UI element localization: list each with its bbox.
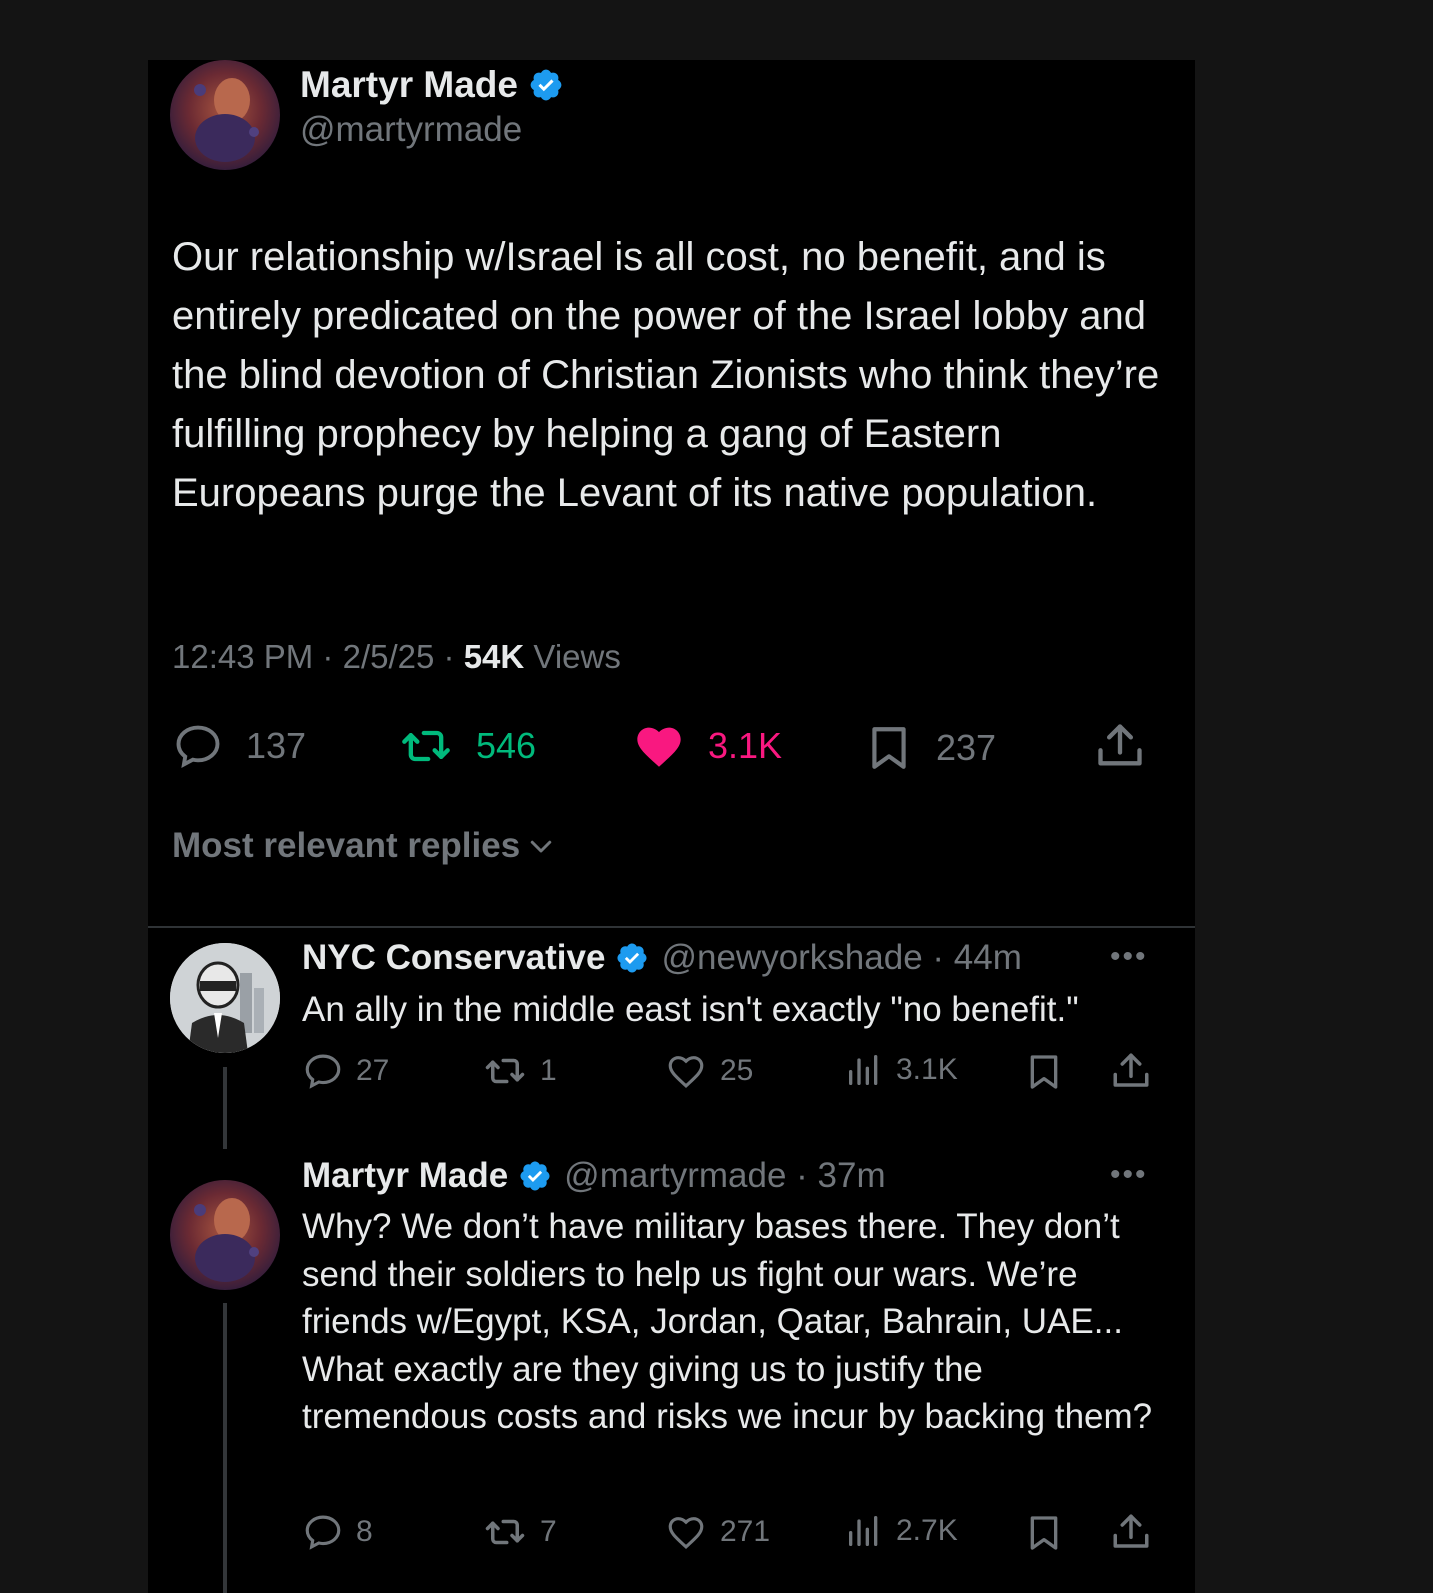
sort-label: Most relevant replies: [172, 826, 521, 865]
bookmark-button[interactable]: [1024, 1511, 1064, 1555]
meta-separator: ·: [786, 1156, 818, 1195]
author-name[interactable]: Martyr Made: [300, 64, 518, 106]
views-button[interactable]: 2.7K: [844, 1511, 958, 1551]
like-icon: [632, 720, 686, 772]
reply-time[interactable]: 37m: [818, 1156, 886, 1196]
meta-separator: ·: [443, 638, 464, 675]
repost-icon: [482, 1511, 528, 1553]
share-icon: [1110, 1050, 1152, 1092]
chevron-down-icon: [526, 831, 556, 861]
reply-text: An ally in the middle east isn't exactly…: [302, 990, 1079, 1029]
thread-line: [223, 1303, 227, 1593]
replies-sort-toggle[interactable]: Most relevant replies: [172, 826, 556, 866]
reply-button[interactable]: 8: [302, 1511, 373, 1553]
reply-icon: [302, 1511, 344, 1553]
reply-text: Why? We don’t have military bases there.…: [302, 1207, 1153, 1436]
views-count: 3.1K: [896, 1053, 958, 1086]
reply-header: NYC Conservative @newyorkshade · 44m: [302, 938, 1022, 978]
tweet-date[interactable]: 2/5/25: [343, 638, 435, 675]
like-icon: [664, 1050, 708, 1092]
bookmark-count: 237: [936, 727, 997, 768]
bookmark-button[interactable]: 237: [864, 720, 996, 776]
reply-header: Martyr Made @martyrmade · 37m: [302, 1156, 886, 1196]
repost-button[interactable]: 1: [482, 1050, 557, 1092]
author-avatar[interactable]: [170, 60, 280, 170]
reply-icon: [172, 720, 224, 772]
repost-count: 546: [476, 725, 537, 766]
reply-time[interactable]: 44m: [954, 938, 1022, 978]
thread-line: [223, 1067, 227, 1149]
share-icon: [1094, 720, 1146, 772]
views-icon: [844, 1050, 884, 1090]
reply-count: 27: [356, 1054, 390, 1087]
tweet-text: Our relationship w/Israel is all cost, n…: [172, 235, 1160, 515]
repost-button[interactable]: 546: [398, 720, 536, 772]
more-icon[interactable]: •••: [1110, 940, 1148, 974]
views-count: 2.7K: [896, 1514, 958, 1547]
like-count: 271: [720, 1515, 771, 1548]
reply-avatar[interactable]: [170, 943, 280, 1053]
repost-count: 7: [540, 1515, 557, 1548]
reply-button[interactable]: 27: [302, 1050, 389, 1092]
views-count: 54K: [463, 638, 525, 675]
views-icon: [844, 1511, 884, 1551]
views-label: Views: [533, 638, 621, 675]
repost-icon: [482, 1050, 528, 1092]
bookmark-icon: [864, 720, 914, 776]
bookmark-icon: [1024, 1511, 1064, 1555]
reply-count: 137: [246, 725, 307, 766]
share-icon: [1110, 1511, 1152, 1553]
verified-badge-icon: [528, 67, 564, 103]
tweet-time[interactable]: 12:43 PM: [172, 638, 313, 675]
like-button[interactable]: 271: [664, 1511, 770, 1553]
like-button[interactable]: 3.1K: [632, 720, 782, 772]
share-button[interactable]: [1110, 1511, 1152, 1553]
repost-button[interactable]: 7: [482, 1511, 557, 1553]
section-divider: [148, 926, 1195, 928]
reply-actions: 8 7 271 2.7K: [302, 1511, 1162, 1555]
tweet-detail-panel: Martyr Made @martyrmade Our relationship…: [148, 60, 1195, 1593]
reply-actions: 27 1 25 3.1K: [302, 1050, 1162, 1094]
views-button[interactable]: 3.1K: [844, 1050, 958, 1090]
share-button[interactable]: [1094, 720, 1146, 772]
meta-separator: ·: [922, 938, 954, 977]
reply-button[interactable]: 137: [172, 720, 306, 772]
reply-author-name[interactable]: Martyr Made: [302, 1156, 508, 1196]
bookmark-icon: [1024, 1050, 1064, 1094]
verified-badge-icon: [615, 941, 649, 975]
reply-icon: [302, 1050, 344, 1092]
repost-count: 1: [540, 1054, 557, 1087]
repost-icon: [398, 720, 454, 772]
reply-avatar[interactable]: [170, 1180, 280, 1290]
share-button[interactable]: [1110, 1050, 1152, 1092]
bookmark-button[interactable]: [1024, 1050, 1064, 1094]
reply-handle[interactable]: @newyorkshade: [661, 938, 922, 978]
author-handle[interactable]: @martyrmade: [300, 110, 522, 150]
like-icon: [664, 1511, 708, 1553]
reply-handle[interactable]: @martyrmade: [564, 1156, 786, 1196]
tweet-meta: 12:43 PM · 2/5/25 · 54K Views: [172, 638, 621, 676]
like-count: 25: [720, 1054, 754, 1087]
meta-separator: ·: [322, 638, 343, 675]
reply-author-name[interactable]: NYC Conservative: [302, 938, 605, 978]
verified-badge-icon: [518, 1159, 552, 1193]
like-button[interactable]: 25: [664, 1050, 753, 1092]
more-icon[interactable]: •••: [1110, 1158, 1148, 1192]
reply-count: 8: [356, 1515, 373, 1548]
like-count: 3.1K: [708, 725, 783, 766]
